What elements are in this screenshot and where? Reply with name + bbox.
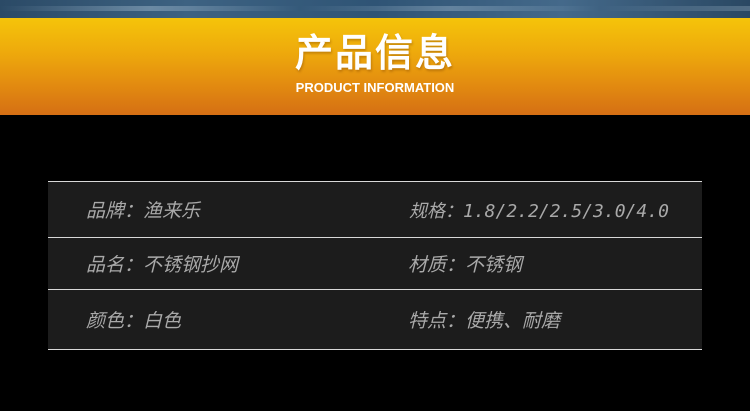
spec-features: 特点：便携、耐磨 bbox=[408, 310, 561, 332]
page-subtitle: PRODUCT INFORMATION bbox=[295, 80, 455, 95]
page-title: 产品信息 bbox=[294, 31, 455, 75]
spec-row-color: 颜色：白色 特点：便携、耐磨 bbox=[48, 289, 702, 350]
spec-color: 颜色：白色 bbox=[86, 310, 182, 332]
spec-product-name: 品名：不锈钢抄网 bbox=[86, 254, 239, 276]
spec-size: 规格：1.8/2.2/2.5/3.0/4.0 bbox=[409, 200, 669, 222]
spec-table: 品牌：渔来乐 规格：1.8/2.2/2.5/3.0/4.0 品名：不锈钢抄网 材… bbox=[48, 181, 702, 350]
spec-brand: 品牌：渔来乐 bbox=[86, 200, 201, 222]
header-banner: 产品信息 PRODUCT INFORMATION bbox=[0, 18, 750, 115]
spec-row-name: 品名：不锈钢抄网 材质：不锈钢 bbox=[48, 237, 702, 289]
spec-material: 材质：不锈钢 bbox=[408, 254, 523, 276]
spec-row-brand: 品牌：渔来乐 规格：1.8/2.2/2.5/3.0/4.0 bbox=[48, 181, 702, 237]
top-decorative-strip bbox=[0, 0, 750, 18]
